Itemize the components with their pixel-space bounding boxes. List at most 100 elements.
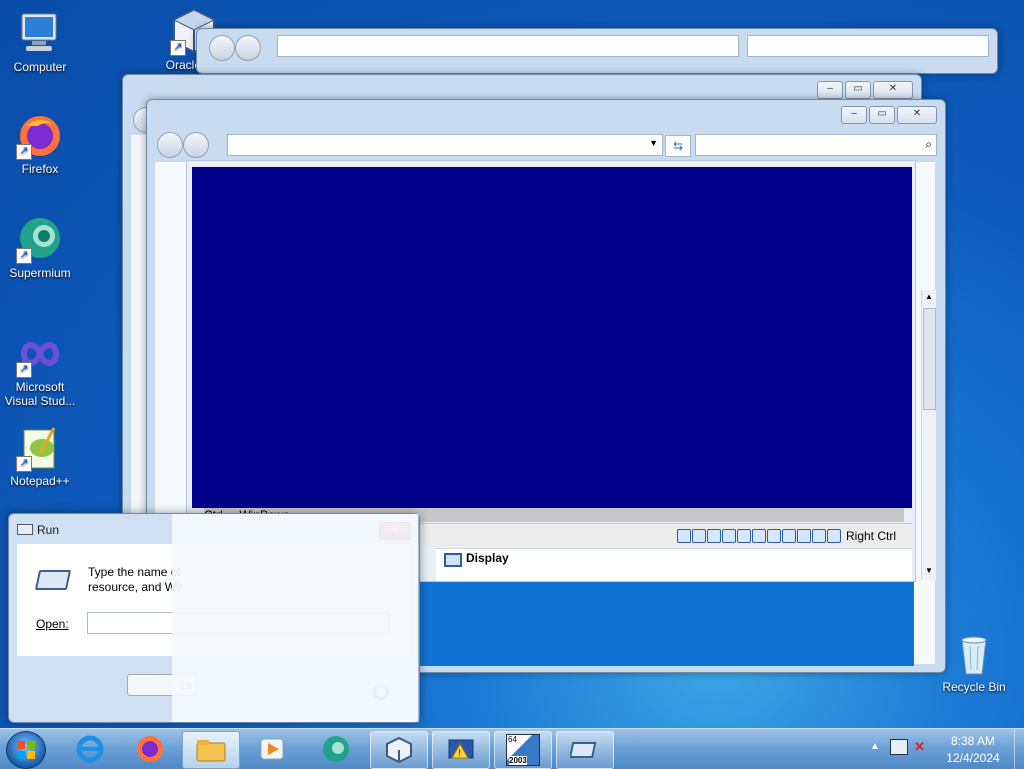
minimize-button[interactable]: – (841, 106, 867, 124)
taskbar-app-2003[interactable]: 64 2003 (494, 731, 552, 769)
run-description-line2: resource, and Wir (88, 580, 183, 594)
search-box[interactable]: ⌕ (695, 134, 937, 156)
computer-icon (16, 10, 64, 58)
desktop-icon-label: Firefox (21, 162, 59, 176)
internet-explorer-icon (76, 735, 104, 763)
maximize-button[interactable]: ▭ (845, 81, 871, 99)
run-app-icon (17, 524, 33, 535)
optical-drive-icon[interactable] (691, 528, 706, 543)
refresh-icon[interactable]: ⇆ (665, 135, 691, 157)
network-icon[interactable] (721, 528, 736, 543)
shortcut-arrow-icon: ↗ (170, 40, 186, 56)
start-button[interactable] (6, 731, 46, 769)
vm-status-bar: Right Ctrl (420, 523, 912, 547)
background-window-ghost[interactable] (196, 28, 998, 74)
blue-panel (420, 582, 914, 666)
desktop-icon-label: Microsoft Visual Stud... (4, 380, 76, 408)
desktop-icon-recycle-bin[interactable]: Recycle Bin (936, 630, 1012, 694)
shortcut-arrow-icon: ↗ (16, 362, 32, 378)
firefox-icon (137, 736, 163, 762)
maximize-button[interactable]: ▭ (869, 106, 895, 124)
minimize-button[interactable]: – (817, 81, 843, 99)
svg-text:!: ! (459, 748, 462, 758)
taskbar: ! 64 2003 ▲ ✕ 8:38 AM 12/4/2024 (0, 728, 1024, 769)
taskbar-internet-explorer[interactable] (62, 731, 118, 767)
hard-disk-icon[interactable] (676, 528, 691, 543)
badge-2003: 2003 (509, 756, 527, 765)
network-tray-icon[interactable] (890, 739, 908, 755)
taskbar-virtualbox[interactable] (370, 731, 428, 769)
taskbar-file-explorer[interactable] (182, 731, 240, 769)
visual-studio-icon: ↗ (16, 330, 64, 378)
mouse-integration-icon[interactable] (826, 528, 841, 543)
notepadpp-icon: ↗ (16, 424, 64, 472)
shortcut-arrow-icon: ↗ (16, 144, 32, 160)
desktop-icon-firefox[interactable]: ↗ Firefox (2, 112, 78, 176)
close-button[interactable]: ✕ (897, 106, 937, 124)
settings-item-display[interactable]: Display (466, 551, 509, 565)
desktop-icon-label: Recycle Bin (942, 680, 1006, 694)
address-bar[interactable]: ▼ (227, 134, 663, 156)
open-label: Open: (36, 617, 69, 631)
desktop-icon-computer[interactable]: Computer (2, 10, 78, 74)
video-capture-icon[interactable] (781, 528, 796, 543)
forward-icon[interactable] (183, 132, 209, 158)
vrde-icon[interactable] (796, 528, 811, 543)
supermium-icon: ↗ (16, 216, 64, 264)
desktop-icon-visual-studio[interactable]: ↗ Microsoft Visual Stud... (2, 330, 78, 408)
desktop-icon-label: Supermium (9, 266, 71, 280)
back-icon[interactable] (209, 35, 235, 61)
audio-icon[interactable] (706, 528, 721, 543)
show-hidden-icons-icon[interactable]: ▲ (870, 741, 880, 752)
scrollbar-thumb[interactable] (923, 308, 936, 410)
display-settings-icon (444, 553, 462, 567)
shortcut-arrow-icon: ↗ (16, 248, 32, 264)
display-icon[interactable] (766, 528, 781, 543)
close-button[interactable]: ✕ (873, 81, 913, 99)
vertical-scrollbar[interactable]: ▲ ▼ (921, 290, 936, 580)
search-icon[interactable]: ⌕ (925, 137, 932, 152)
app-2003-icon: 64 2003 (506, 734, 540, 766)
vm-screen[interactable] (192, 167, 912, 508)
ghost-address-bar[interactable] (277, 35, 739, 57)
cpu-icon[interactable] (811, 528, 826, 543)
badge-64: 64 (508, 735, 517, 744)
usb-icon[interactable] (736, 528, 751, 543)
shared-folders-icon[interactable] (751, 528, 766, 543)
desktop-icon-notepadpp[interactable]: ↗ Notepad++ (2, 424, 78, 488)
shortcut-arrow-icon: ↗ (16, 456, 32, 472)
run-dialog-title: Run (37, 523, 60, 537)
host-key-label: Right Ctrl (845, 528, 896, 543)
overlay-strip (172, 514, 419, 722)
recycle-bin-icon (950, 630, 998, 678)
taskbar-supermium[interactable] (308, 731, 364, 767)
run-icon (570, 742, 597, 758)
clock-date[interactable]: 12/4/2024 (936, 751, 1010, 765)
back-icon[interactable] (157, 132, 183, 158)
settings-list: Display (436, 548, 912, 581)
taskbar-run[interactable] (556, 731, 614, 769)
dropdown-arrow-icon[interactable]: ▼ (649, 138, 658, 148)
volume-muted-icon[interactable]: ✕ (914, 739, 925, 755)
firefox-icon: ↗ (16, 112, 64, 160)
clock-time[interactable]: 8:38 AM (936, 734, 1010, 748)
taskbar-firefox[interactable] (122, 731, 178, 767)
virtualbox-icon (386, 736, 412, 764)
show-desktop-button[interactable] (1014, 729, 1024, 769)
scroll-up-arrow-icon[interactable]: ▲ (925, 292, 933, 301)
run-prompt-icon (34, 570, 72, 590)
ghost-search-box[interactable] (747, 35, 989, 57)
desktop-icon-label: Notepad++ (10, 474, 70, 488)
scroll-down-arrow-icon[interactable]: ▼ (925, 566, 933, 575)
supermium-icon (323, 736, 349, 762)
folder-icon (196, 740, 226, 762)
desktop-icon-label: Computer (13, 60, 67, 74)
taskbar-security-center[interactable]: ! (432, 731, 490, 769)
media-player-icon (260, 738, 284, 760)
security-warning-icon: ! (448, 739, 474, 759)
desktop-icon-supermium[interactable]: ↗ Supermium (2, 216, 78, 280)
forward-icon[interactable] (235, 35, 261, 61)
windows-logo-icon (17, 741, 35, 759)
run-description-line1: Type the name of (88, 565, 181, 579)
taskbar-media-player[interactable] (244, 731, 300, 767)
